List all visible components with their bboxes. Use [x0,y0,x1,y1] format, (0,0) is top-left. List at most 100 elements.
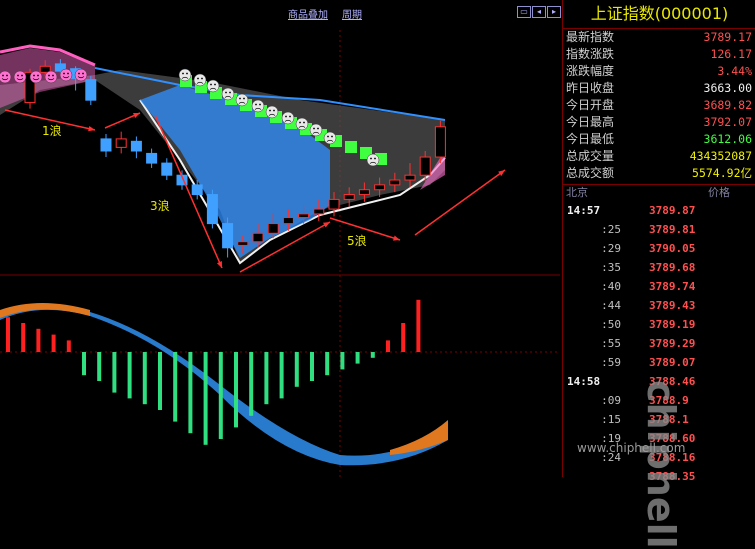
smile-icon [44,70,58,84]
macd-bar [294,352,299,387]
face-eye-icon [225,91,227,94]
candle-body [222,223,234,249]
tick-time: :55 [601,337,621,350]
face-eye-icon [289,115,291,118]
macd-bar [127,352,132,399]
face-eye-icon [210,83,212,86]
macd-bar [51,334,56,352]
frown-icon [193,73,207,87]
face-eye-icon [182,72,184,75]
tick-header-time: 北京 [566,186,588,199]
frown-icon [366,153,380,167]
macd-bar [234,352,238,428]
arrow-head-icon [393,235,400,241]
macd-bar [6,317,10,352]
smile-icon [29,70,43,84]
macd-bar [249,352,254,416]
macd-dif-band-right [390,420,448,455]
tick-header: 北京 价格 [563,185,755,201]
tick-time: :15 [601,413,621,426]
period-button[interactable]: 周期 [342,6,362,21]
face-eye-icon [63,72,65,75]
smile-icon [74,68,88,82]
tick-row: :50 3789.19 [563,315,755,334]
candle-body [206,194,218,225]
smile-icon [13,70,27,84]
face-eye-icon [214,83,216,86]
candle-body [85,79,97,101]
tick-price: 3789.74 [649,280,696,293]
chart-nav-buttons: ▭ ◂ ▸ [517,6,561,18]
quote-value: 3.44% [717,64,752,78]
tick-time: :35 [601,261,621,274]
candle-body [328,198,340,210]
macd-bar [264,352,269,405]
macd-bar [36,328,41,352]
face-eye-icon [21,74,23,77]
face-eye-icon [37,74,39,77]
tick-price: 3789.07 [649,356,696,369]
candle-body [298,213,310,219]
kline-chart[interactable]: 1浪 3浪 5浪 [0,0,560,477]
tick-time: :25 [601,223,621,236]
minimize-icon[interactable]: ▭ [517,6,531,18]
quote-label: 昨日收盘 [566,81,615,95]
candle-body [343,194,355,200]
face-eye-icon [374,157,376,160]
quote-label: 总成交额 [566,166,615,180]
macd-bar [386,340,390,352]
tick-price: 3790.05 [649,242,696,255]
face-eye-icon [299,121,301,124]
quote-row: 今日最高 3792.07 [563,114,755,131]
macd-bar [370,352,375,358]
candle-body [161,162,173,176]
bear-marker [345,141,357,153]
prev-icon[interactable]: ◂ [532,6,546,18]
tick-price: 3789.43 [649,299,696,312]
face-eye-icon [273,109,275,112]
face-eye-icon [186,72,188,75]
macd-bar [158,352,162,410]
stock-title: 上证指数(000001) [563,0,755,29]
candle-body [313,208,325,215]
quote-value: 3663.00 [703,81,752,95]
face-eye-icon [317,127,319,130]
face-eye-icon [17,74,19,77]
face-eye-icon [370,157,372,160]
next-icon[interactable]: ▸ [547,6,561,18]
chart-toolbar: 商品叠加 周期 [288,6,362,21]
frown-icon [251,99,265,113]
face-eye-icon [2,74,4,77]
overlay-button[interactable]: 商品叠加 [288,6,328,21]
quote-value: 434352087 [689,149,752,163]
candle-body [130,140,142,152]
candle-body [282,217,294,225]
frown-icon [323,131,337,145]
tick-time: :09 [601,394,621,407]
frown-icon [265,105,279,119]
tick-row: 14:57 3789.87 [563,201,755,220]
quote-label: 指数涨跌 [566,47,615,61]
face-eye-icon [229,91,231,94]
tick-row: :40 3789.74 [563,277,755,296]
tick-time: :59 [601,356,621,369]
quote-label: 今日开盘 [566,98,615,112]
wave-label-wave3: 3浪 [150,198,170,213]
face-eye-icon [285,115,287,118]
macd-bar [112,352,117,393]
candle-body [191,184,203,196]
face-eye-icon [82,72,84,75]
quote-row: 今日最低 3612.06 [563,131,755,148]
tick-time: :29 [601,242,621,255]
face-eye-icon [303,121,305,124]
tick-header-price: 价格 [708,186,730,199]
candle-body [404,174,416,181]
kline-chart-area[interactable]: 1浪 3浪 5浪 商品叠加 周期 ▭ ◂ ▸ [0,0,561,477]
quote-value: 3689.82 [703,98,752,112]
face-eye-icon [255,103,257,106]
candle-body [434,126,446,158]
tick-row: :35 3789.68 [563,258,755,277]
quote-label: 总成交量 [566,149,615,163]
candle-body [146,152,158,164]
macd-bar [66,340,71,352]
